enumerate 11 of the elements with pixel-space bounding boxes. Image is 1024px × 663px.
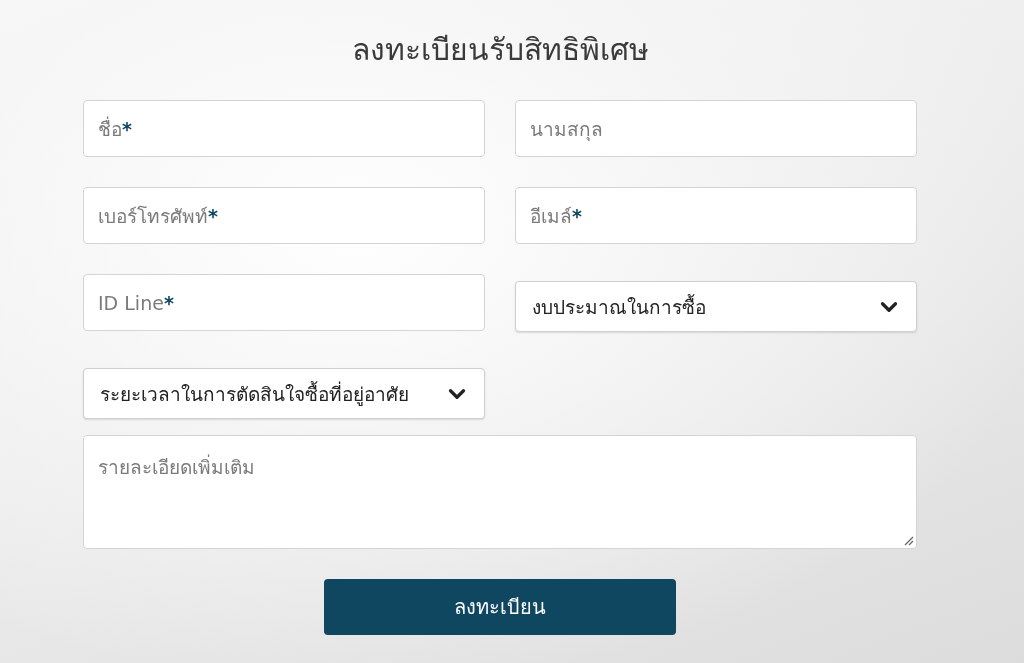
input-field[interactable]: ชื่อ* <box>83 100 485 157</box>
submit-button[interactable]: ลงทะเบียน <box>324 579 676 635</box>
dropdown-select[interactable]: ระยะเวลาในการตัดสินใจซื้อที่อยู่อาศัย <box>83 368 485 419</box>
resize-grip-icon[interactable] <box>904 536 914 546</box>
form-title: ลงทะเบียนรับสิทธิพิเศษ <box>351 31 649 69</box>
input-field[interactable]: นามสกุล <box>515 100 917 157</box>
input-field[interactable]: ID Line* <box>83 274 485 331</box>
dropdown-select[interactable]: งบประมาณในการซื้อ <box>515 281 917 332</box>
input-field[interactable]: เบอร์โทรศัพท์* <box>83 187 485 244</box>
textarea-field[interactable]: รายละเอียดเพิ่มเติม <box>83 435 917 549</box>
input-field[interactable]: อีเมล์* <box>515 187 917 244</box>
